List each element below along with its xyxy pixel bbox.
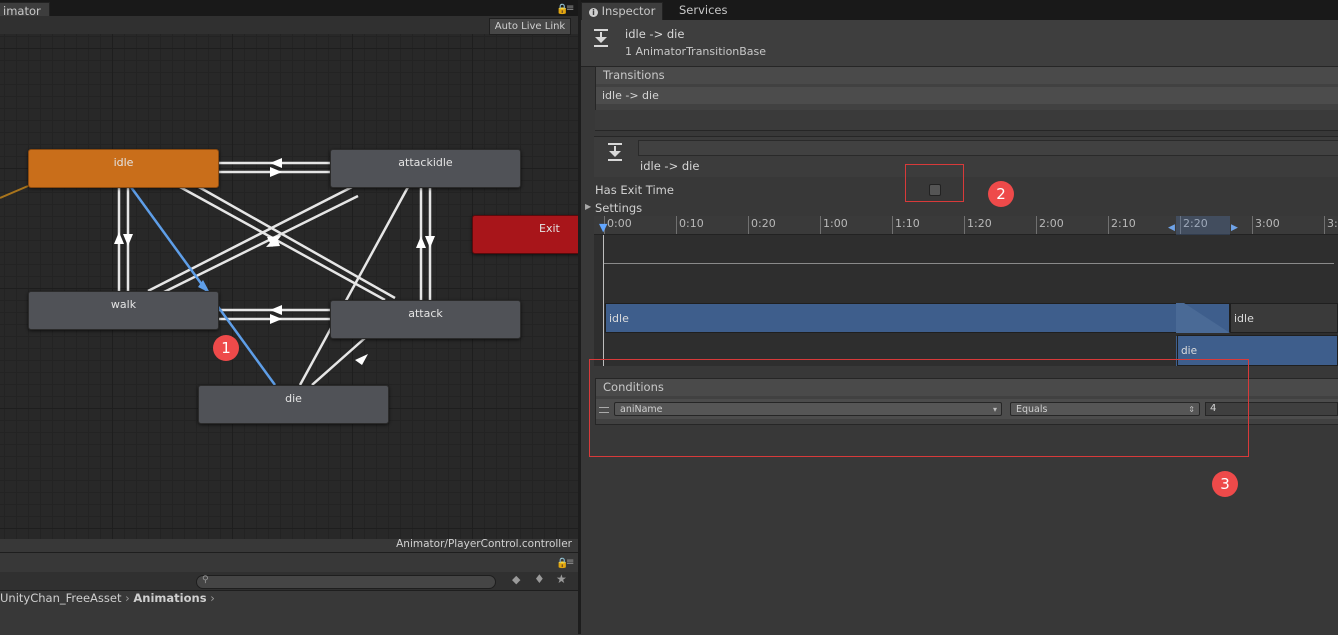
inspector-subtitle: 1 AnimatorTransitionBase [625, 45, 767, 58]
transition-list-item[interactable]: idle -> die [596, 87, 1338, 104]
timeline-curve-line [604, 263, 1334, 264]
arrow-icon [123, 234, 133, 246]
timeline-tick-label: 3: [1327, 217, 1338, 230]
arrow-icon [114, 232, 124, 244]
destination-clip-label: die [1181, 345, 1198, 357]
timeline-tick-label: 0:20 [751, 217, 776, 230]
inspector-header [581, 20, 1338, 67]
source-clip-repeat-label: idle [1234, 312, 1254, 325]
transition-start-handle-icon[interactable]: ◀ [1168, 223, 1175, 233]
state-attackidle[interactable]: attackidle [330, 149, 521, 188]
arrow-icon [270, 305, 282, 315]
state-attack[interactable]: attack [330, 300, 521, 339]
timeline-tick-label: 1:10 [895, 217, 920, 230]
arrow-icon [416, 236, 426, 248]
transitions-list-footer [595, 110, 1338, 131]
chevron-right-icon: › [210, 591, 215, 605]
arrow-icon [355, 354, 368, 365]
playhead-marker-icon[interactable]: ▼ [599, 221, 607, 234]
state-exit[interactable]: Exit [472, 215, 584, 254]
state-walk[interactable]: walk [28, 291, 219, 330]
arrow-icon [425, 236, 435, 248]
annotation-marker-2: 2 [988, 181, 1014, 207]
annotation-marker-1: 1 [213, 335, 239, 361]
inspector-tabbar: i Inspector Services [581, 0, 1338, 20]
timeline-tick-label: 2:00 [1039, 217, 1064, 230]
highlight-box-conditions [589, 359, 1249, 457]
annotation-marker-3: 3 [1212, 471, 1238, 497]
transition-walk-attackidle [151, 194, 359, 300]
panel-menu-icon[interactable]: ≡ [566, 558, 574, 568]
tab-inspector[interactable]: i Inspector [581, 2, 664, 20]
transition-die-attack [311, 337, 366, 386]
transition-entry-idle [0, 185, 29, 199]
info-icon: i [589, 8, 598, 17]
transition-attackidle-walk [147, 185, 353, 293]
timeline-tick-label: 1:20 [967, 217, 992, 230]
breadcrumb-item[interactable]: UnityChan_FreeAsset [0, 591, 121, 605]
timeline-tick-label: 2:10 [1111, 217, 1136, 230]
filter-by-type-icon[interactable]: ◆ [512, 574, 520, 585]
arrow-icon [270, 314, 282, 324]
inspector-title: idle -> die [625, 27, 685, 41]
settings-foldout-arrow-icon[interactable]: ▶ [585, 202, 591, 211]
highlight-box-exit-time [905, 164, 964, 202]
timeline-source-clip[interactable]: idle [605, 303, 1230, 333]
breadcrumb-item-current[interactable]: Animations [133, 591, 206, 605]
tab-inspector-label: Inspector [601, 4, 656, 18]
filter-by-label-icon[interactable]: ♦ [534, 573, 545, 585]
settings-foldout-label[interactable]: Settings [595, 201, 642, 215]
timeline-tick-label: 1:00 [823, 217, 848, 230]
playhead-line [603, 235, 604, 366]
search-icon: ⚲ [202, 575, 209, 585]
project-search-input[interactable]: ⚲ [196, 575, 496, 589]
favorite-star-icon[interactable]: ★ [556, 573, 567, 585]
tab-services[interactable]: Services [672, 2, 735, 19]
timeline-tick-label: 3:00 [1255, 217, 1280, 230]
transition-icon [592, 29, 610, 51]
breadcrumb: UnityChan_FreeAsset › Animations › [0, 591, 578, 607]
transition-lines [0, 158, 435, 386]
transitions-header: Transitions [595, 66, 1338, 85]
timeline-tick-label: 0:10 [679, 217, 704, 230]
source-clip-label: idle [609, 312, 629, 325]
arrow-icon [270, 167, 282, 177]
state-idle[interactable]: idle [28, 149, 219, 188]
transition-name-label: idle -> die [640, 159, 700, 173]
state-die[interactable]: die [198, 385, 389, 424]
has-exit-time-label: Has Exit Time [595, 183, 674, 197]
transition-name-field[interactable] [638, 140, 1338, 156]
transition-end-handle-icon[interactable]: ▶ [1231, 223, 1238, 233]
chevron-right-icon: › [125, 591, 130, 605]
controller-path-label: Animator/PlayerControl.controller [396, 538, 572, 550]
arrow-icon [270, 158, 282, 168]
timeline-tick-label: 0:00 [607, 217, 632, 230]
timeline-source-clip-repeat[interactable]: idle [1230, 303, 1338, 333]
transition-detail-icon [606, 143, 624, 165]
transition-attack-idle [189, 180, 396, 300]
